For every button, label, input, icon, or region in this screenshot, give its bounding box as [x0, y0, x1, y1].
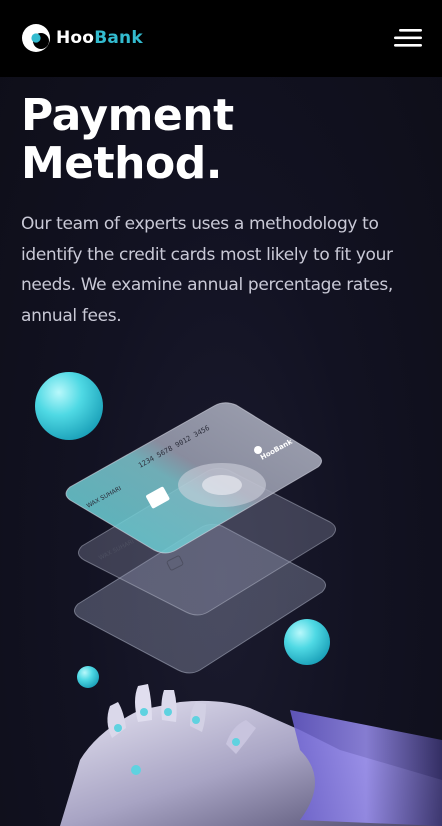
brand-name-part1: Hoo: [56, 28, 95, 48]
card-hologram-inner: [202, 475, 242, 495]
hero-title: Payment Method.: [21, 92, 234, 188]
page: HooBank Payment Method. Our team of expe…: [0, 0, 442, 826]
navbar: HooBank: [0, 0, 442, 77]
hero-title-line1: Payment: [21, 90, 234, 141]
hoobank-logo-icon: [22, 24, 50, 52]
cards-robot-hand-illustration: WAX SUHARI 1234 5678 9012 3456 WAX SUHAR…: [35, 372, 442, 826]
menu-button[interactable]: [394, 27, 424, 49]
hero-illustration: WAX SUHARI 1234 5678 9012 3456 WAX SUHAR…: [0, 350, 442, 826]
hero-description: Our team of experts uses a methodology t…: [21, 214, 393, 326]
card-brand-logo-icon: [254, 446, 262, 454]
sphere-medium: [284, 619, 330, 665]
robot-hand: [60, 684, 442, 826]
hamburger-menu-icon: [394, 29, 422, 47]
sphere-small: [77, 666, 99, 688]
brand-name-part2: Bank: [94, 28, 143, 48]
brand-logo[interactable]: HooBank: [20, 22, 143, 54]
hero-title-line2: Method.: [21, 138, 222, 189]
brand-name: HooBank: [56, 28, 143, 48]
sphere-large: [35, 372, 103, 440]
